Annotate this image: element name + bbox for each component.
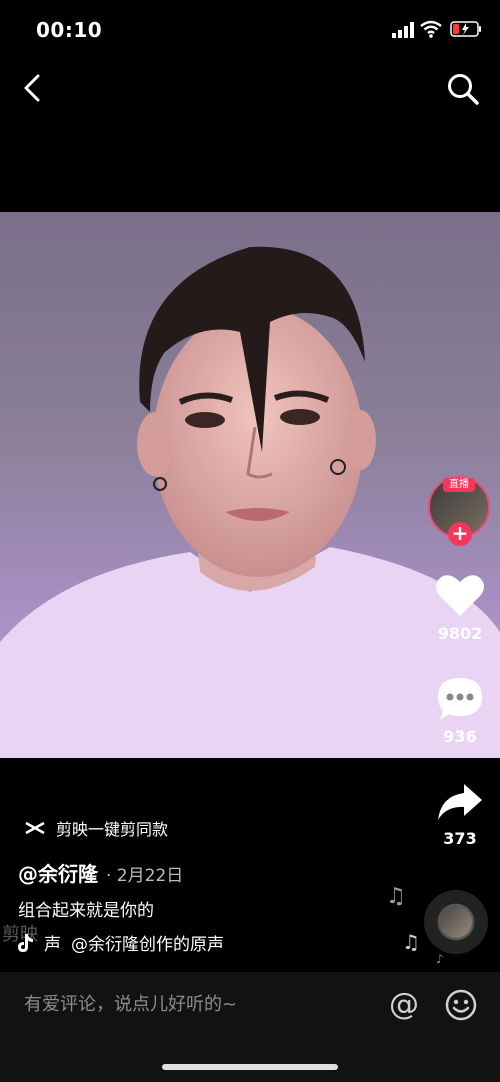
author-name[interactable]: @余衍隆 <box>18 858 98 887</box>
video-frame <box>0 246 500 758</box>
comment-count: 936 <box>443 727 477 746</box>
music-disc-cover <box>440 906 472 938</box>
capcut-template-link[interactable]: 剪映一键剪同款 <box>24 816 168 840</box>
comment-input[interactable]: 有爱评论，说点儿好听的~ <box>24 990 237 1016</box>
emoji-icon[interactable] <box>444 988 478 1022</box>
share-count: 373 <box>443 829 477 848</box>
live-badge: 直播 <box>443 478 475 492</box>
battery-icon <box>450 21 481 37</box>
follow-button[interactable]: + <box>448 522 472 546</box>
capcut-label: 剪映一键剪同款 <box>56 820 169 839</box>
wifi-icon <box>420 20 442 38</box>
author-row: @余衍隆 · 2月22日 <box>18 858 183 887</box>
sound-text: @余衍隆创作的原声 <box>71 935 224 955</box>
heart-icon[interactable] <box>435 572 485 618</box>
post-date: · 2月22日 <box>106 866 184 886</box>
signal-icon <box>392 22 414 38</box>
status-time: 00:10 <box>36 18 103 42</box>
capcut-logo-icon <box>25 821 45 835</box>
music-note-icon: ♫ <box>402 930 420 954</box>
share-arrow-icon[interactable] <box>436 780 484 824</box>
back-arrow-icon[interactable] <box>20 72 44 104</box>
home-indicator <box>162 1064 338 1070</box>
search-icon[interactable] <box>446 72 480 106</box>
mention-button[interactable]: @ <box>386 988 422 1024</box>
comment-bubble-icon[interactable] <box>436 676 484 722</box>
video-caption: 组合起来就是你的 <box>18 901 154 921</box>
video-player[interactable] <box>0 212 500 758</box>
music-note-icon: ♪ <box>436 952 444 966</box>
sound-prefix: 声 <box>44 935 61 955</box>
like-count: 9802 <box>437 624 483 643</box>
sound-link[interactable]: 声 @余衍隆创作的原声 <box>16 930 224 955</box>
tiktok-logo-icon <box>18 933 33 952</box>
music-note-icon: ♫ <box>386 884 406 909</box>
